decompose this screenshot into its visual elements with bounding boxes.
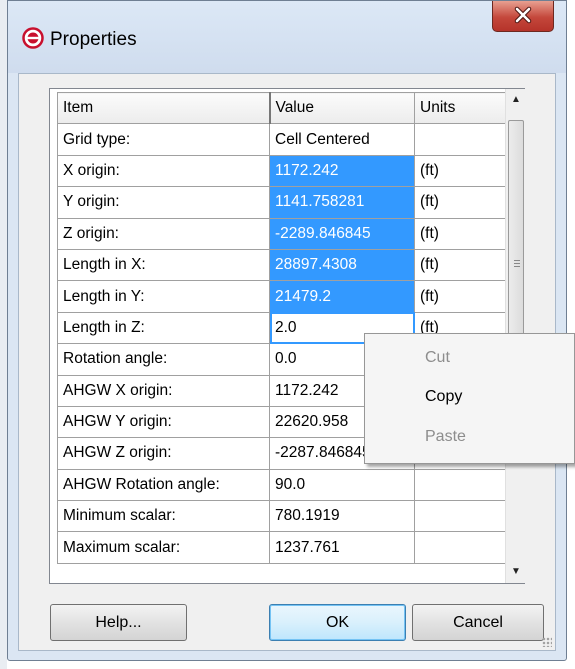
window-title: Properties: [50, 29, 137, 50]
cell-item: Minimum scalar:: [57, 500, 270, 533]
column-header-units[interactable]: Units: [414, 92, 505, 125]
app-logo-icon: [22, 27, 44, 49]
menu-item-cut[interactable]: Cut: [425, 349, 450, 367]
cell-item: AHGW Y origin:: [57, 405, 270, 439]
cell-units: (ft): [414, 217, 505, 250]
scroll-up-arrow-icon[interactable]: ▲: [506, 89, 526, 111]
cell-item: X origin:: [57, 154, 270, 188]
cell-units: (ft): [414, 186, 505, 219]
background-strip: [0, 0, 7, 669]
table-row: Y origin: 1141.758281 (ft): [57, 186, 505, 219]
cell-item: Z origin:: [57, 217, 270, 250]
cancel-button[interactable]: Cancel: [412, 604, 544, 641]
table-row: AHGW Rotation angle: 90.0: [57, 468, 505, 502]
column-header-item[interactable]: Item: [57, 92, 270, 125]
cell-value[interactable]: 1237.761: [269, 531, 415, 564]
help-button[interactable]: Help...: [50, 604, 187, 641]
table-row: X origin: 1172.242 (ft): [57, 154, 505, 188]
cell-units: (ft): [414, 154, 505, 188]
properties-dialog: Properties Item Value Units Grid type: C…: [7, 0, 567, 661]
cell-units: (ft): [414, 248, 505, 282]
cell-units: [414, 531, 505, 564]
table-row: Length in Y: 21479.2 (ft): [57, 280, 505, 313]
cell-value[interactable]: 28897.4308: [269, 248, 415, 282]
cell-item: Y origin:: [57, 186, 270, 219]
cell-units: (ft): [414, 280, 505, 313]
menu-item-paste[interactable]: Paste: [425, 428, 466, 446]
cell-item: Rotation angle:: [57, 343, 270, 376]
cell-item: AHGW Z origin:: [57, 437, 270, 470]
cell-units: [414, 500, 505, 533]
cell-item: Length in Y:: [57, 280, 270, 313]
resize-grip-icon[interactable]: [542, 637, 552, 647]
ok-button[interactable]: OK: [269, 604, 406, 641]
scroll-down-arrow-icon[interactable]: ▼: [506, 561, 526, 583]
cell-units: [414, 123, 505, 156]
cell-item: Maximum scalar:: [57, 531, 270, 564]
close-icon: [514, 6, 532, 24]
cell-value[interactable]: 90.0: [269, 468, 415, 502]
menu-item-copy[interactable]: Copy: [425, 388, 462, 406]
table-row: Length in X: 28897.4308 (ft): [57, 248, 505, 282]
cell-units: [414, 468, 505, 502]
table-row: Z origin: -2289.846845 (ft): [57, 217, 505, 250]
column-header-value[interactable]: Value: [268, 92, 415, 125]
title-bar: Properties: [8, 1, 566, 73]
cell-item: Length in Z:: [57, 311, 270, 345]
properties-table: Item Value Units Grid type: Cell Centere…: [57, 92, 505, 564]
cell-item: Grid type:: [57, 123, 270, 156]
close-button[interactable]: [492, 1, 554, 32]
cell-value[interactable]: 1172.242: [269, 154, 415, 188]
cell-value[interactable]: -2289.846845: [269, 217, 415, 250]
table-row: Maximum scalar: 1237.761: [57, 531, 505, 564]
cell-value[interactable]: 1141.758281: [269, 186, 415, 219]
table-row: Grid type: Cell Centered: [57, 123, 505, 156]
grip-icon: [514, 260, 520, 269]
header-row: Item Value Units: [57, 92, 505, 125]
cell-item: AHGW X origin:: [57, 374, 270, 407]
cell-item: Length in X:: [57, 248, 270, 282]
cell-value[interactable]: 21479.2: [269, 280, 415, 313]
context-menu: Cut Copy Paste: [364, 333, 575, 464]
cell-value[interactable]: 780.1919: [269, 500, 415, 533]
cell-item: AHGW Rotation angle:: [57, 468, 270, 502]
table-row: Minimum scalar: 780.1919: [57, 500, 505, 533]
cell-value[interactable]: Cell Centered: [269, 123, 415, 156]
